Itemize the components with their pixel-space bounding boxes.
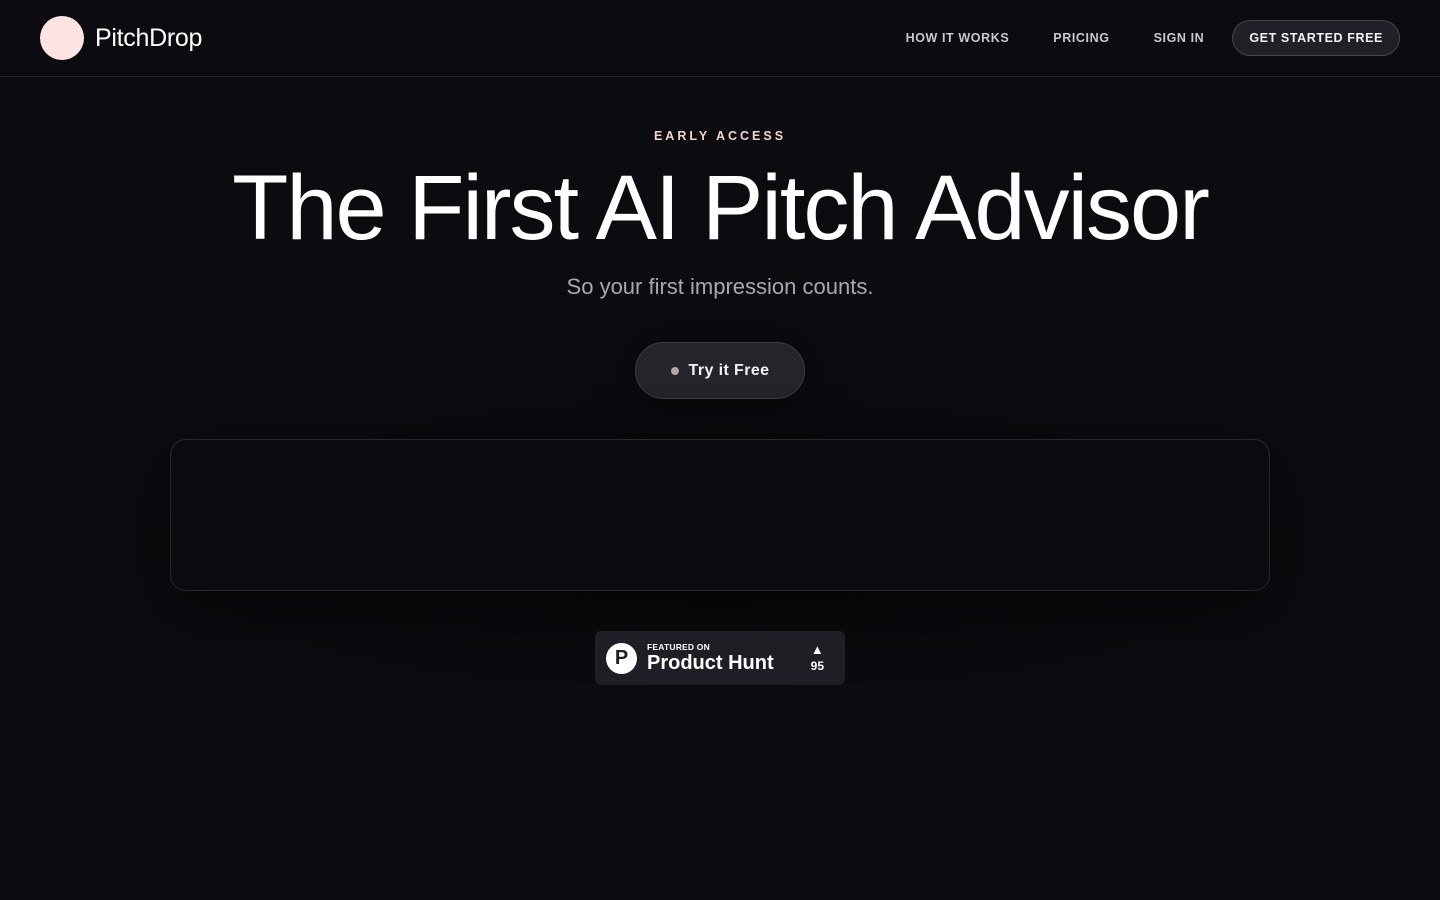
- product-hunt-logo-icon: P: [606, 642, 637, 674]
- page-title: The First AI Pitch Advisor: [232, 157, 1210, 259]
- hero-subtitle: So your first impression counts.: [566, 274, 874, 299]
- nav-sign-in[interactable]: SIGN IN: [1154, 31, 1205, 45]
- nav-pricing[interactable]: PRICING: [1053, 31, 1109, 45]
- early-access-label: EARLY ACCESS: [653, 129, 787, 143]
- upvote-triangle-icon: ▲: [810, 642, 824, 657]
- demo-panel: [170, 439, 1270, 591]
- site-header: PitchDrop HOW IT WORKS PRICING SIGN IN G…: [0, 0, 1440, 77]
- brand-name: PitchDrop: [95, 23, 203, 52]
- try-it-free-button[interactable]: Try it Free: [635, 342, 805, 399]
- featured-on-label: FEATURED ON: [647, 642, 710, 652]
- logo-icon: [40, 16, 84, 60]
- status-dot-icon: [670, 366, 679, 375]
- nav-how-it-works[interactable]: HOW IT WORKS: [906, 31, 1010, 45]
- product-hunt-text: FEATURED ON Product Hunt: [647, 642, 774, 674]
- product-hunt-name: Product Hunt: [647, 652, 774, 674]
- upvote-counter: ▲ 95: [810, 642, 824, 674]
- try-it-free-label: Try it Free: [688, 361, 770, 379]
- product-hunt-badge[interactable]: P FEATURED ON Product Hunt ▲ 95: [595, 631, 845, 685]
- brand[interactable]: PitchDrop: [40, 16, 202, 60]
- get-started-button[interactable]: GET STARTED FREE: [1232, 20, 1400, 56]
- vote-count: 95: [810, 659, 824, 673]
- main-nav: HOW IT WORKS PRICING SIGN IN GET STARTED…: [906, 20, 1400, 56]
- landing-page: PitchDrop HOW IT WORKS PRICING SIGN IN G…: [0, 0, 1440, 900]
